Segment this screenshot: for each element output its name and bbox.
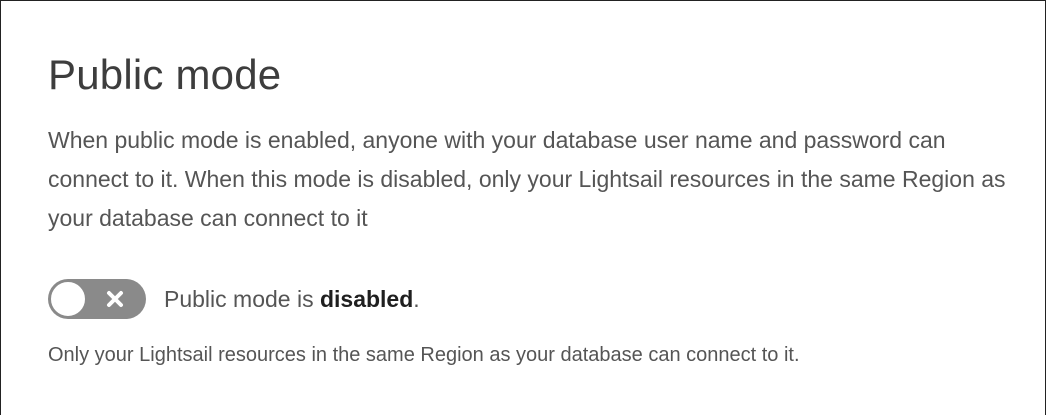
section-description: When public mode is enabled, anyone with…: [48, 127, 1006, 231]
toggle-status-prefix: Public mode is: [164, 285, 320, 312]
close-icon: [107, 291, 123, 307]
section-title: Public mode: [48, 51, 282, 98]
public-mode-toggle-row: Public mode is disabled.: [48, 279, 420, 319]
toggle-status-value: disabled: [319, 285, 414, 312]
connection-note: Only your Lightsail resources in the sam…: [48, 344, 800, 366]
toggle-status-suffix: .: [413, 285, 420, 312]
toggle-status-text: Public mode is disabled.: [164, 286, 420, 313]
public-mode-panel: Public mode When public mode is enabled,…: [0, 0, 1046, 415]
public-mode-toggle[interactable]: [48, 279, 146, 319]
toggle-knob: [50, 281, 86, 317]
